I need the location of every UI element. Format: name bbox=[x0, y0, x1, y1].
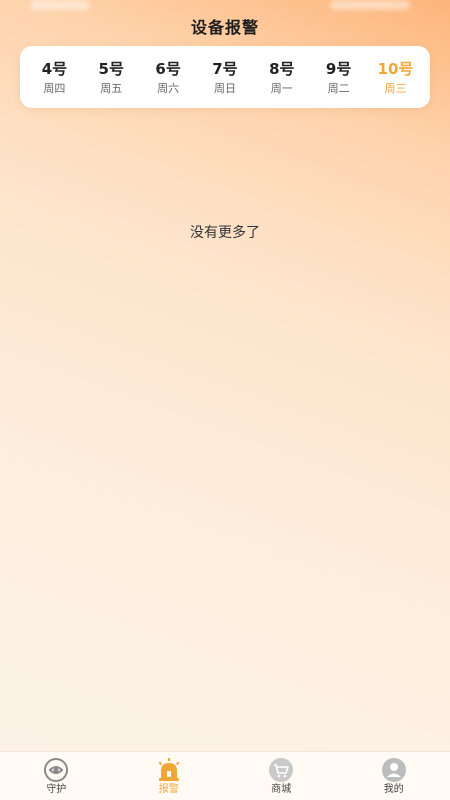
date-selector: 4号 周四 5号 周五 6号 周六 7号 周日 8号 周一 9号 周二 10号 … bbox=[20, 46, 430, 108]
tab-shop[interactable]: 商城 bbox=[241, 757, 321, 796]
date-item-8[interactable]: 8号 周一 bbox=[257, 59, 307, 96]
user-icon bbox=[381, 757, 406, 782]
date-item-4[interactable]: 4号 周四 bbox=[29, 59, 79, 96]
date-day: 6号 bbox=[155, 59, 181, 78]
tab-label: 守护 bbox=[46, 783, 67, 795]
date-day: 7号 bbox=[212, 59, 238, 78]
tab-alarm[interactable]: 报警 bbox=[129, 757, 209, 796]
cart-icon bbox=[269, 757, 294, 782]
date-day: 8号 bbox=[269, 59, 295, 78]
date-weekday: 周六 bbox=[157, 81, 180, 95]
date-weekday: 周一 bbox=[270, 81, 293, 95]
tab-guard[interactable]: 守护 bbox=[16, 757, 96, 796]
empty-list-message: 没有更多了 bbox=[190, 225, 260, 241]
status-bar-right bbox=[330, 0, 410, 10]
bottom-tab-bar: 守护 报警 商城 我的 bbox=[0, 751, 450, 800]
date-item-5[interactable]: 5号 周五 bbox=[86, 59, 136, 96]
guard-icon bbox=[44, 757, 69, 782]
page-title: 设备报警 bbox=[190, 18, 259, 37]
date-weekday: 周四 bbox=[43, 81, 66, 95]
date-day: 5号 bbox=[98, 59, 124, 78]
date-item-10-selected[interactable]: 10号 周三 bbox=[370, 59, 420, 96]
tab-label: 报警 bbox=[158, 783, 179, 795]
date-item-9[interactable]: 9号 周二 bbox=[314, 59, 364, 96]
date-item-7[interactable]: 7号 周日 bbox=[200, 59, 250, 96]
status-bar-left bbox=[30, 0, 90, 10]
date-item-6[interactable]: 6号 周六 bbox=[143, 59, 193, 96]
date-day: 4号 bbox=[41, 59, 68, 78]
date-weekday: 周三 bbox=[384, 81, 407, 95]
date-day: 10号 bbox=[377, 59, 414, 78]
date-weekday: 周二 bbox=[327, 81, 350, 95]
date-day: 9号 bbox=[325, 59, 352, 78]
tab-label: 我的 bbox=[383, 783, 404, 795]
tab-mine[interactable]: 我的 bbox=[354, 757, 434, 796]
date-weekday: 周五 bbox=[100, 81, 123, 95]
tab-label: 商城 bbox=[271, 783, 292, 795]
date-weekday: 周日 bbox=[213, 81, 236, 95]
alarm-icon bbox=[158, 757, 180, 781]
